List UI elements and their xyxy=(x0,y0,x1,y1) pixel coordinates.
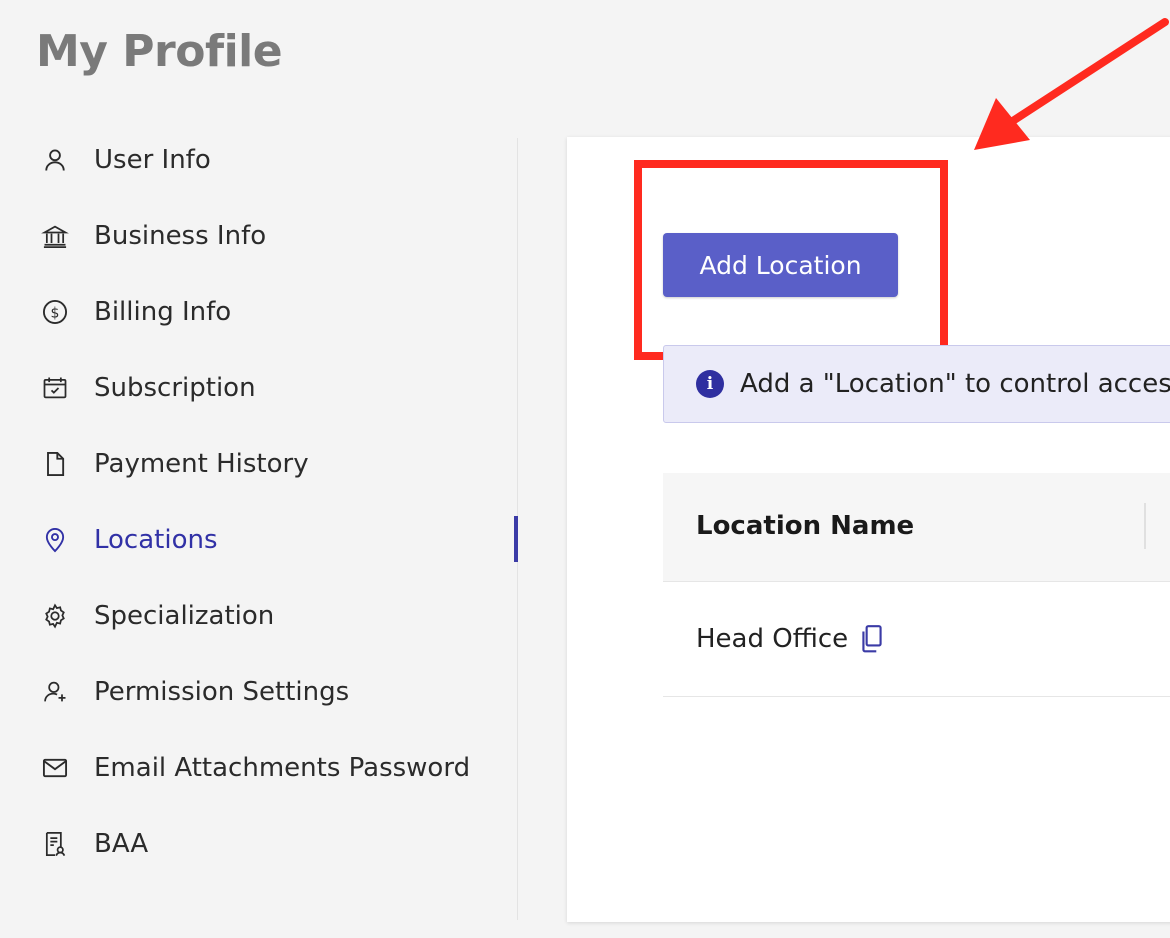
sidebar-item-baa[interactable]: BAA xyxy=(40,824,518,864)
bank-icon xyxy=(40,221,70,251)
document-icon xyxy=(40,449,70,479)
annotation-arrow-icon xyxy=(974,18,1169,150)
sidebar-item-payment-history[interactable]: Payment History xyxy=(40,444,518,484)
user-plus-icon xyxy=(40,677,70,707)
info-icon: i xyxy=(696,370,724,398)
envelope-icon xyxy=(40,753,70,783)
info-banner-text: Add a "Location" to control access xyxy=(740,369,1170,399)
certificate-icon xyxy=(40,829,70,859)
sidebar-item-permission-settings[interactable]: Permission Settings xyxy=(40,672,518,712)
column-header-location-name[interactable]: Location Name xyxy=(696,511,914,541)
info-banner: i Add a "Location" to control access xyxy=(663,345,1170,423)
column-separator xyxy=(1144,503,1146,549)
sidebar-item-label: Business Info xyxy=(94,221,267,251)
sidebar-item-label: Email Attachments Password xyxy=(94,753,471,783)
sidebar-item-billing-info[interactable]: $ Billing Info xyxy=(40,292,518,332)
page-title: My Profile xyxy=(36,26,283,77)
sidebar-item-label: User Info xyxy=(94,145,211,175)
sidebar-item-label: Billing Info xyxy=(94,297,232,327)
svg-text:$: $ xyxy=(51,305,60,321)
table-row: Head Office xyxy=(663,582,1170,697)
sidebar-item-locations[interactable]: Locations xyxy=(40,520,518,560)
sidebar-item-email-attachments-password[interactable]: Email Attachments Password xyxy=(40,748,518,788)
sidebar-item-label: Permission Settings xyxy=(94,677,350,707)
sidebar-item-label: Subscription xyxy=(94,373,256,403)
table-header: Location Name xyxy=(663,473,1170,582)
sidebar-item-label: Specialization xyxy=(94,601,275,631)
sidebar-item-subscription[interactable]: Subscription xyxy=(40,368,518,408)
sidebar-item-label: Payment History xyxy=(94,449,309,479)
active-indicator xyxy=(514,516,518,562)
dollar-circle-icon: $ xyxy=(40,297,70,327)
annotation-highlight-box xyxy=(634,160,948,360)
gear-icon xyxy=(40,601,70,631)
sidebar-item-business-info[interactable]: Business Info xyxy=(40,216,518,256)
sidebar-item-specialization[interactable]: Specialization xyxy=(40,596,518,636)
sidebar-item-user-info[interactable]: User Info xyxy=(40,140,518,180)
sidebar-item-label: Locations xyxy=(94,525,218,555)
user-icon xyxy=(40,145,70,175)
calendar-check-icon xyxy=(40,373,70,403)
copy-icon[interactable] xyxy=(859,624,885,654)
location-pin-icon xyxy=(40,525,70,555)
location-name-cell: Head Office xyxy=(696,624,849,654)
sidebar-item-label: BAA xyxy=(94,829,149,859)
